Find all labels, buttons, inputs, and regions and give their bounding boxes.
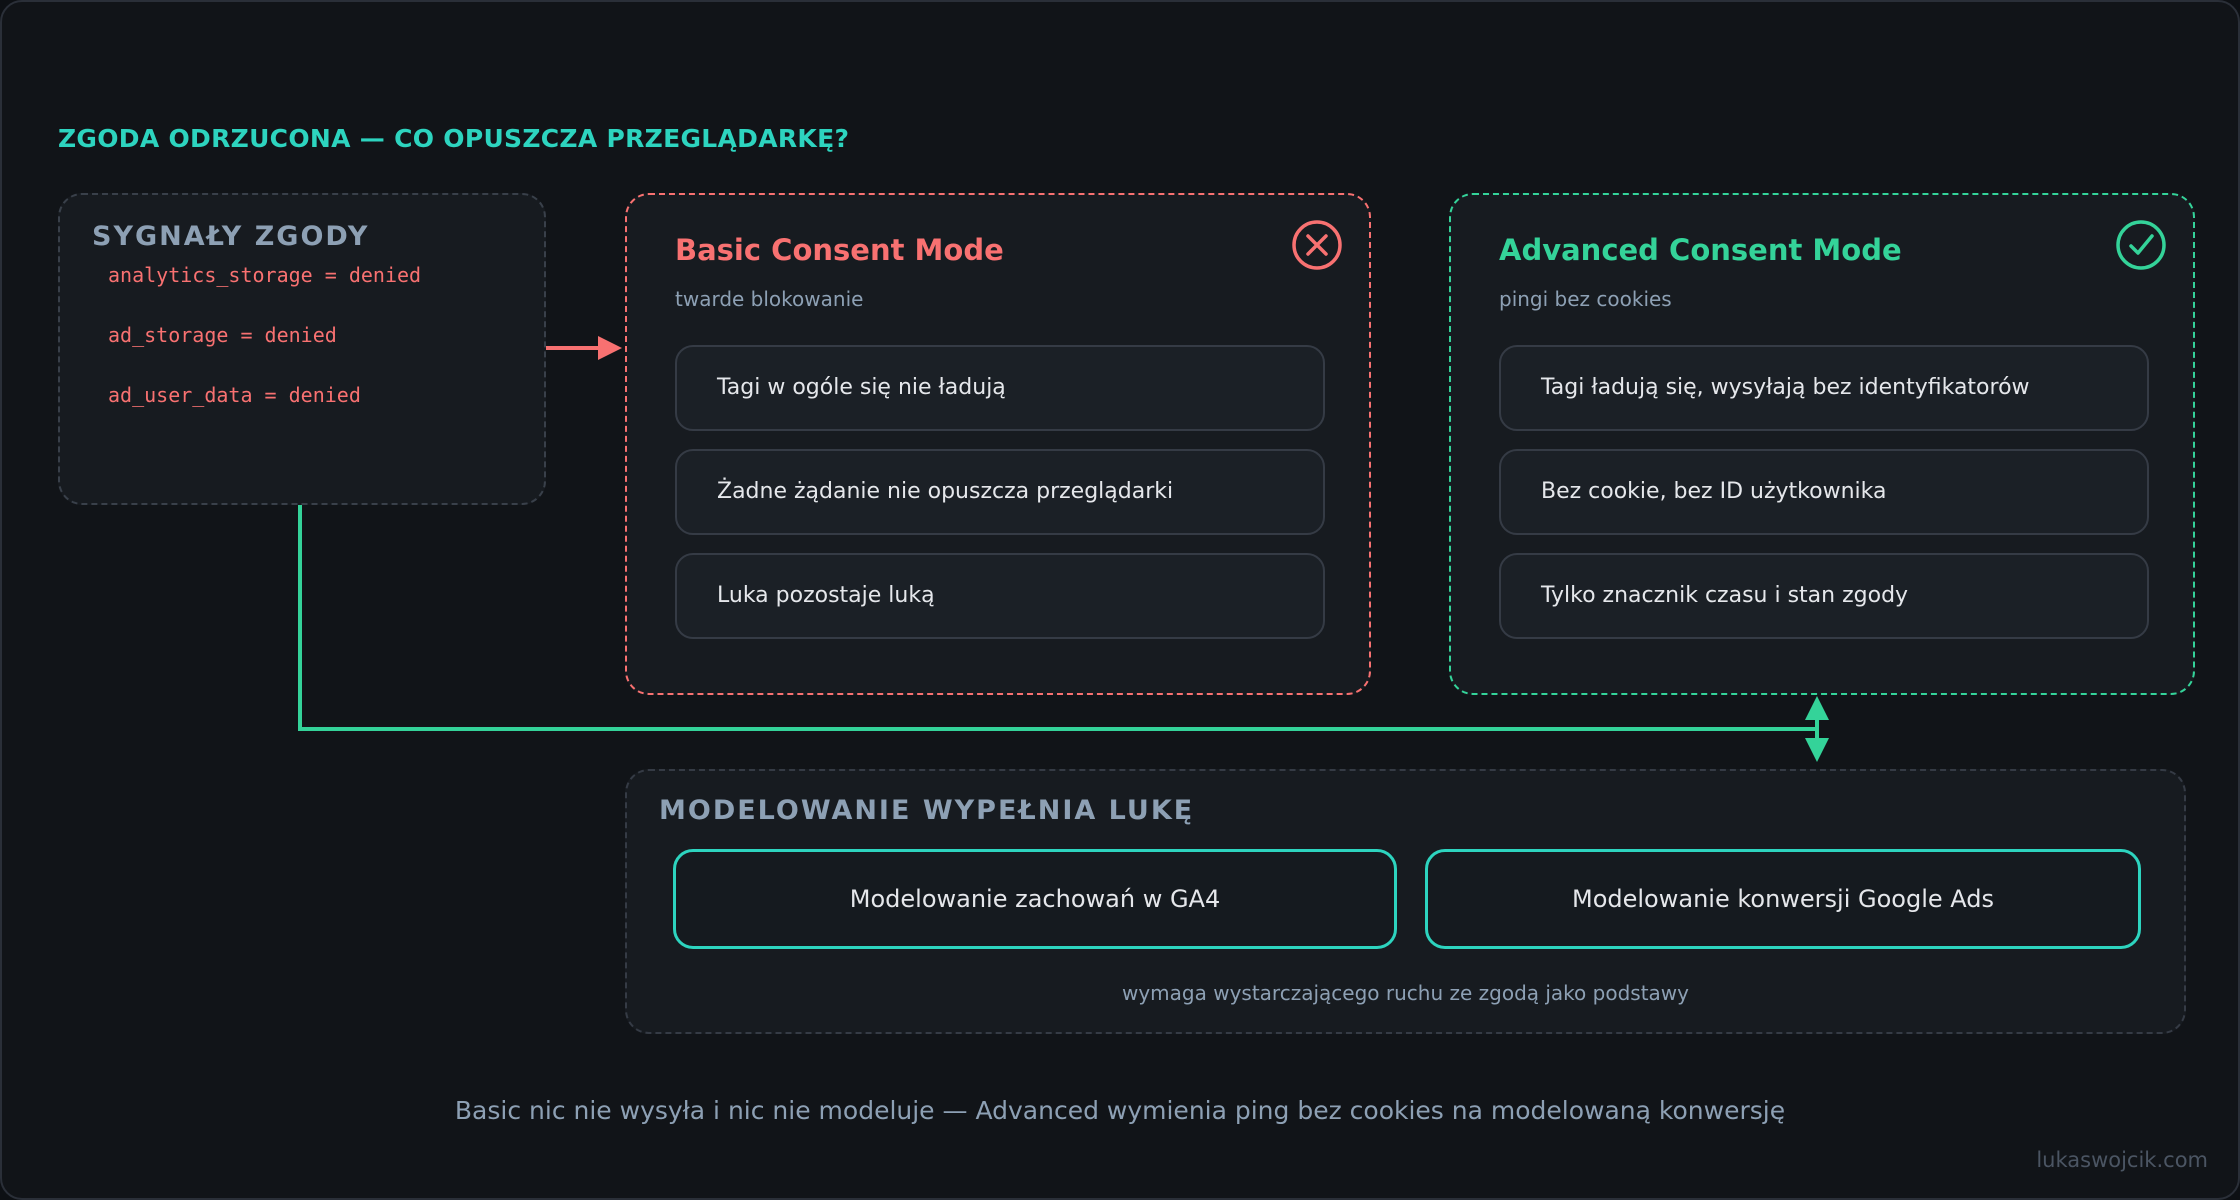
consent-signals-title: SYGNAŁY ZGODY: [92, 221, 370, 252]
arrow-signals-to-basic-head: [598, 336, 622, 360]
signal-ad-storage: ad_storage = denied: [108, 323, 337, 347]
advanced-item-timestamp: Tylko znacznik czasu i stan zgody: [1499, 553, 2149, 639]
diagram-canvas: ZGODA ODRZUCONA — CO OPUSZCZA PRZEGLĄDAR…: [0, 0, 2240, 1200]
arrow-to-modeling-head: [1805, 738, 1829, 762]
x-circle-icon: [1292, 220, 1342, 270]
signal-analytics-storage: analytics_storage = denied: [108, 263, 422, 287]
arrow-to-advanced-head: [1805, 696, 1829, 720]
consent-signals-box: SYGNAŁY ZGODY analytics_storage = denied…: [58, 193, 546, 505]
advanced-mode-subtitle: pingi bez cookies: [1499, 287, 1672, 311]
basic-mode-title: Basic Consent Mode: [675, 233, 1004, 267]
basic-consent-mode-panel: Basic Consent Mode twarde blokowanie Tag…: [625, 193, 1371, 695]
diagram-caption: Basic nic nie wysyła i nic nie modeluje …: [454, 1096, 1786, 1125]
basic-item-no-request: Żadne żądanie nie opuszcza przeglądarki: [675, 449, 1325, 535]
diagram-heading: ZGODA ODRZUCONA — CO OPUSZCZA PRZEGLĄDAR…: [58, 124, 850, 153]
basic-item-tags-not-loaded: Tagi w ogóle się nie ładują: [675, 345, 1325, 431]
basic-item-gap-remains: Luka pozostaje luką: [675, 553, 1325, 639]
modeling-title: MODELOWANIE WYPEŁNIA LUKĘ: [659, 795, 1195, 826]
advanced-consent-mode-panel: Advanced Consent Mode pingi bez cookies …: [1449, 193, 2195, 695]
advanced-item-no-cookie: Bez cookie, bez ID użytkownika: [1499, 449, 2149, 535]
credit-text: lukaswojcik.com: [2036, 1148, 2208, 1172]
signal-ad-user-data: ad_user_data = denied: [108, 383, 361, 407]
advanced-mode-title: Advanced Consent Mode: [1499, 233, 1902, 267]
check-circle-icon: [2116, 220, 2166, 270]
modeling-note: wymaga wystarczającego ruchu ze zgodą ja…: [1121, 981, 1689, 1005]
modeling-card-ga4: Modelowanie zachowań w GA4: [673, 849, 1397, 949]
basic-mode-subtitle: twarde blokowanie: [675, 287, 864, 311]
modeling-card-google-ads: Modelowanie konwersji Google Ads: [1425, 849, 2141, 949]
modeling-panel: MODELOWANIE WYPEŁNIA LUKĘ Modelowanie za…: [625, 769, 2186, 1034]
advanced-item-tags-load: Tagi ładują się, wysyłają bez identyfika…: [1499, 345, 2149, 431]
